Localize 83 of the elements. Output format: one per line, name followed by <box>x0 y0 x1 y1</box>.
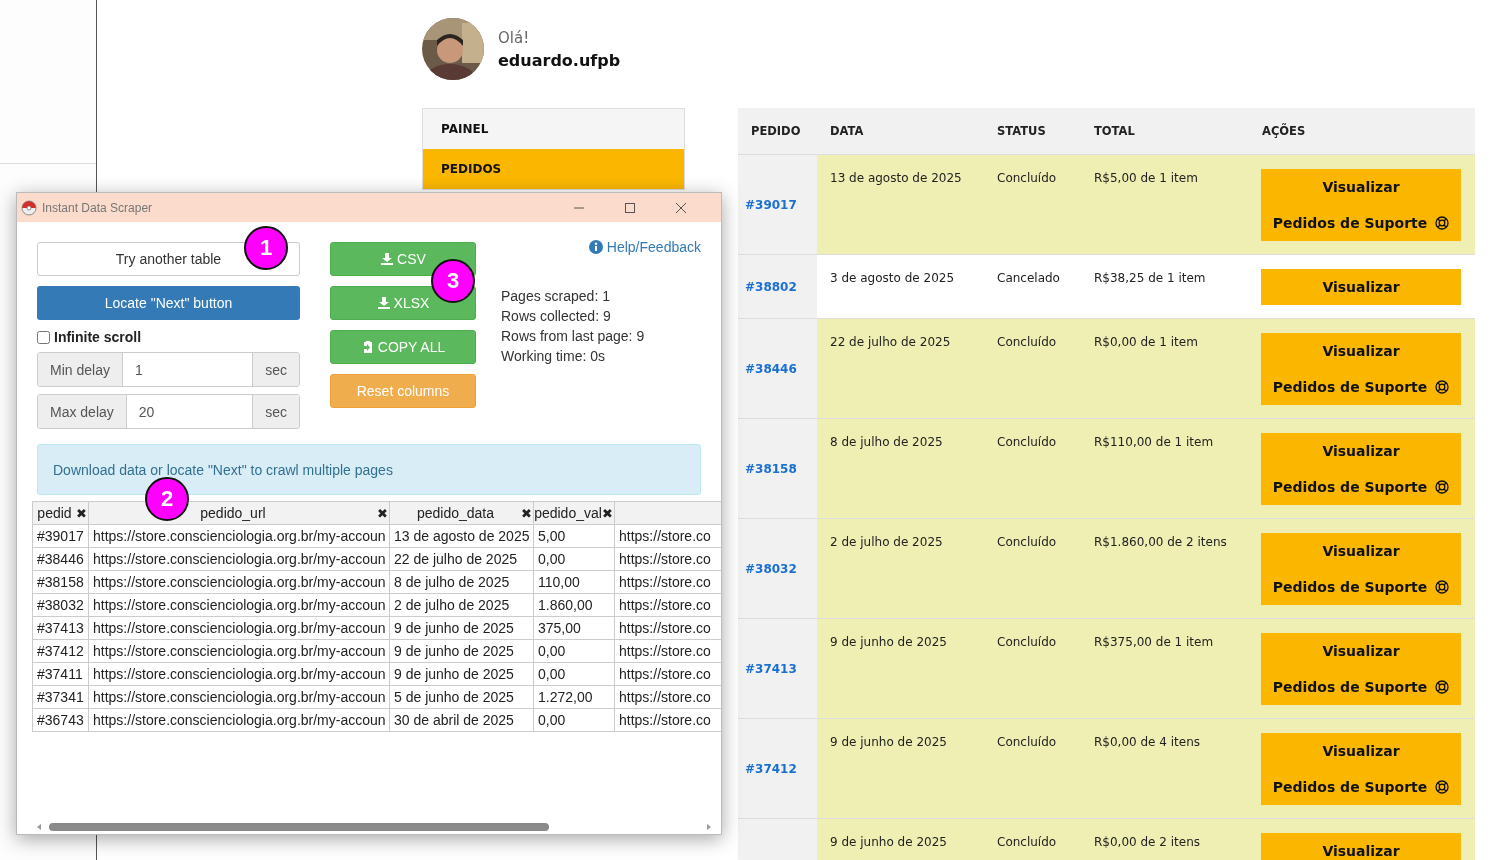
table-cell: #38032 <box>32 593 89 617</box>
table-cell: #37413 <box>32 616 89 640</box>
order-status: Cancelado <box>997 271 1060 285</box>
stat-text: Rows collected: 9 <box>501 307 612 326</box>
table-cell: https://store.conscienciologia.org.br/my-accoun <box>88 685 390 709</box>
column-header: pedido_data <box>415 505 496 521</box>
order-date: 22 de julho de 2025 <box>830 335 951 349</box>
order-total: R$38,25 de 1 item <box>1094 271 1206 285</box>
table-cell: #38158 <box>32 570 89 594</box>
order-status: Concluído <box>997 171 1057 185</box>
window-title: Instant Data Scraper <box>42 200 153 215</box>
table-cell: https://store.conscienciologia.org.br/my-accoun <box>88 547 390 571</box>
checkbox-label: Infinite scroll <box>54 329 142 345</box>
unit-label: sec <box>252 395 299 428</box>
table-cell: 8 de julho de 2025 <box>389 570 534 594</box>
username: eduardo.ufpb <box>498 50 621 70</box>
table-cell: 0,00 <box>533 639 615 663</box>
order-date: 9 de junho de 2025 <box>830 835 947 849</box>
stat-text: Pages scraped: 1 <box>501 287 611 306</box>
order-total: R$0,00 de 4 itens <box>1094 735 1201 749</box>
table-cell: 22 de julho de 2025 <box>389 547 534 571</box>
table-cell: 375,00 <box>533 616 615 640</box>
table-cell: #37412 <box>32 639 89 663</box>
table-cell: #37341 <box>32 685 89 709</box>
order-date: 8 de julho de 2025 <box>830 435 943 449</box>
alert-text: Download data or locate "Next" to crawl multiple pages <box>53 461 393 478</box>
order-date: 2 de julho de 2025 <box>830 535 943 549</box>
table-cell: https://store.conscienciologia.org.br/my-accoun <box>88 662 390 686</box>
table-cell: https://store.conscienciologia.org.br/my-accoun <box>88 708 390 732</box>
order-date: 9 de junho de 2025 <box>830 735 947 749</box>
table-cell: 13 de agosto de 2025 <box>389 524 534 548</box>
order-total: R$110,00 de 1 item <box>1094 435 1214 449</box>
number-callout-tooltip: 1 <box>244 226 288 270</box>
order-total: R$1.860,00 de 2 itens <box>1094 535 1227 549</box>
table-cell: 1.272,00 <box>533 685 615 709</box>
column-header: PEDIDO <box>751 124 801 138</box>
order-status: Concluído <box>997 835 1057 849</box>
field-label: Max delay <box>38 395 127 428</box>
table-cell: #37411 <box>32 662 89 686</box>
table-cell: 9 de junho de 2025 <box>389 639 534 663</box>
table-cell: #38446 <box>32 547 89 571</box>
table-cell: https://store.conscienciologia.org.br/my-accoun <box>88 593 390 617</box>
table-cell: 0,00 <box>533 708 615 732</box>
table-cell: https://store.conscienciologia.org.br/my-accoun <box>88 639 390 663</box>
table-cell: #39017 <box>32 524 89 548</box>
order-total: R$0,00 de 1 item <box>1094 335 1198 349</box>
column-header: pedid <box>36 505 73 521</box>
table-cell: 0,00 <box>533 547 615 571</box>
column-header: DATA <box>830 124 864 138</box>
column-header: STATUS <box>997 124 1046 138</box>
column-header: TOTAL <box>1094 124 1135 138</box>
table-cell: https://store.conscienciologia.org.br/my-accoun <box>88 616 390 640</box>
order-date: 3 de agosto de 2025 <box>830 271 955 285</box>
table-cell: https://store.conscienciologia.org.br/my-accoun <box>88 570 390 594</box>
order-status: Concluído <box>997 435 1057 449</box>
order-status: Concluído <box>997 635 1057 649</box>
stat-text: Working time: 0s <box>501 347 606 366</box>
order-total: R$5,00 de 1 item <box>1094 171 1198 185</box>
table-cell: 9 de junho de 2025 <box>389 662 534 686</box>
order-total: R$375,00 de 1 item <box>1094 635 1214 649</box>
stat-text: Rows from last page: 9 <box>501 327 646 346</box>
column-header: AÇÕES <box>1262 124 1306 138</box>
table-cell: 1.860,00 <box>533 593 615 617</box>
order-date: 9 de junho de 2025 <box>830 635 947 649</box>
greeting: Olá! <box>498 28 531 47</box>
order-status: Concluído <box>997 335 1057 349</box>
table-cell: #36743 <box>32 708 89 732</box>
order-status: Concluído <box>997 735 1057 749</box>
table-cell: 5,00 <box>533 524 615 548</box>
table-cell: 2 de julho de 2025 <box>389 593 534 617</box>
field-label: Min delay <box>38 353 123 386</box>
table-cell: 9 de junho de 2025 <box>389 616 534 640</box>
order-total: R$0,00 de 2 itens <box>1094 835 1201 849</box>
unit-label: sec <box>252 353 299 386</box>
table-cell: 0,00 <box>533 662 615 686</box>
column-header: pedido_val <box>534 505 602 521</box>
table-cell: https://store.conscienciologia.org.br/my-accoun <box>88 524 390 548</box>
table-cell: 110,00 <box>533 570 615 594</box>
order-date: 13 de agosto de 2025 <box>830 171 962 185</box>
order-status: Concluído <box>997 535 1057 549</box>
table-cell: 5 de junho de 2025 <box>389 685 534 709</box>
table-cell: 30 de abril de 2025 <box>389 708 534 732</box>
column-header: pedido_url <box>199 505 267 521</box>
